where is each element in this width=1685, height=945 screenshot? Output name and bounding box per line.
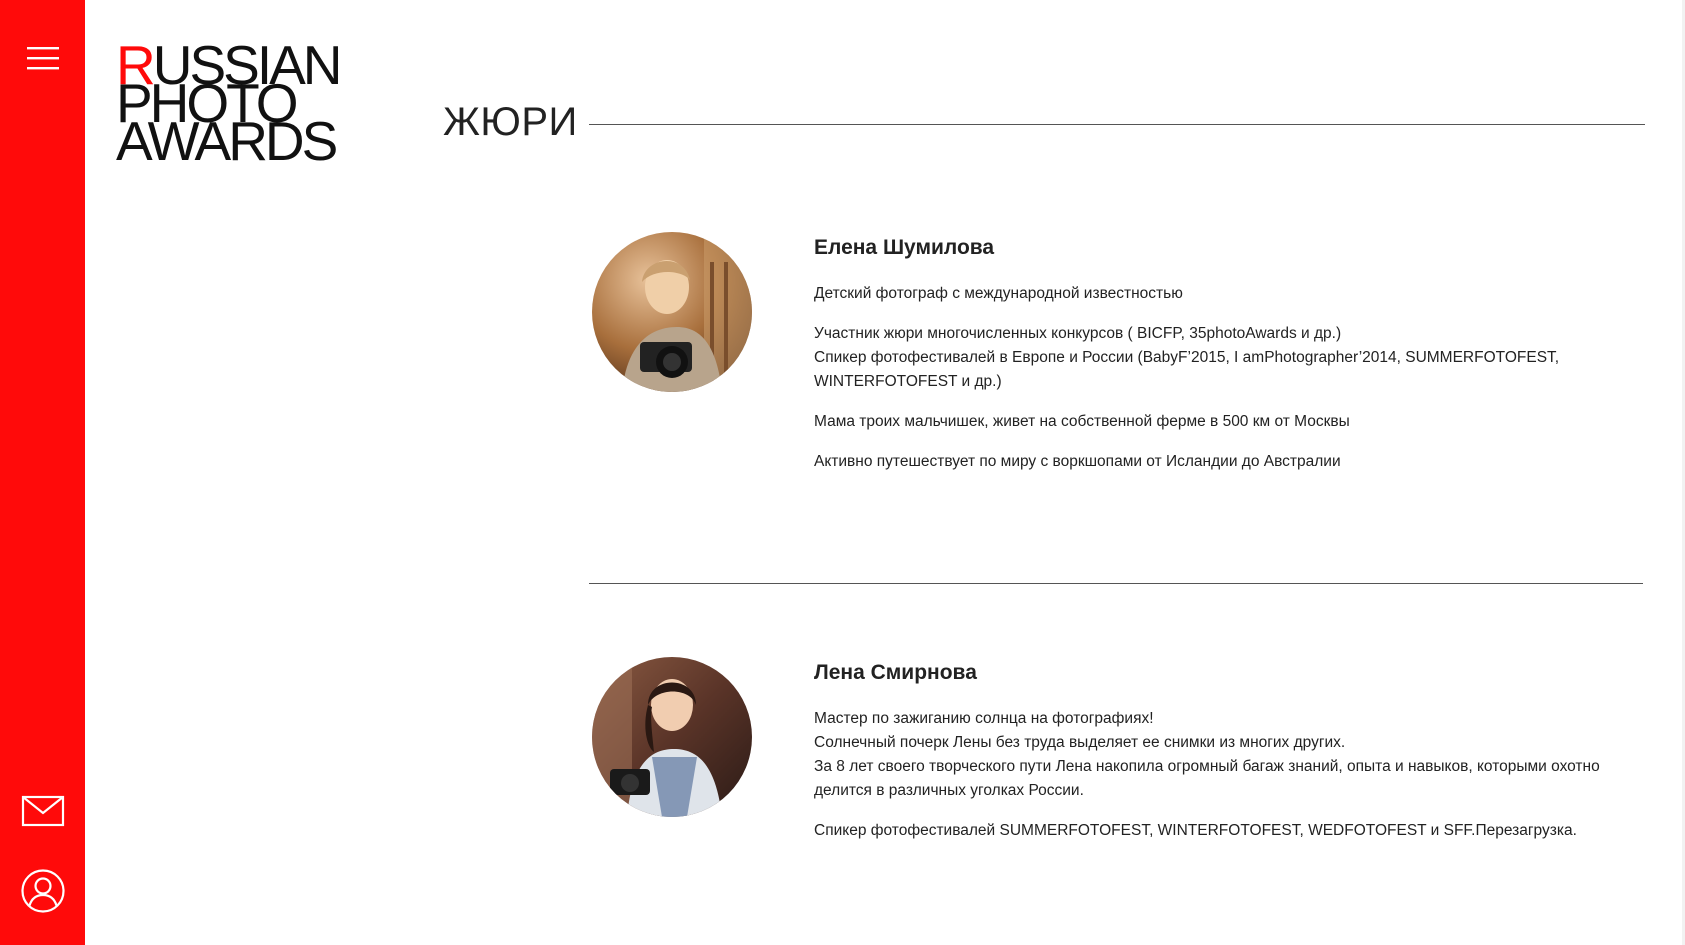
jury-info: Елена Шумилова Детский фотограф с междун… <box>814 230 1644 490</box>
jury-bio-paragraph: Детский фотограф с международной известн… <box>814 285 1183 302</box>
user-icon <box>20 869 65 913</box>
jury-name: Елена Шумилова <box>814 236 995 259</box>
section-divider <box>589 583 1643 584</box>
page-title: ЖЮРИ <box>443 100 578 144</box>
account-button[interactable] <box>0 866 85 916</box>
jury-name: Лена Смирнова <box>814 661 977 684</box>
jury-bio-paragraph: Активно путешествует по миру с воркшопам… <box>814 453 1341 470</box>
logo-line-3: AWARDS <box>116 110 338 172</box>
mail-button[interactable] <box>0 788 85 834</box>
jury-bio-paragraph: Спикер фотофестивалей SUMMERFOTOFEST, WI… <box>814 822 1577 839</box>
hamburger-menu-icon <box>26 47 59 70</box>
jury-bio-paragraph: Мастер по зажиганию солнца на фотография… <box>814 710 1600 799</box>
mail-icon <box>21 795 64 827</box>
sidebar <box>0 0 85 945</box>
jury-bio-paragraph: Участник жюри многочисленных конкурсов (… <box>814 325 1560 390</box>
avatar-photo <box>592 657 752 817</box>
jury-bio-paragraph: Мама троих мальчишек, живет на собственн… <box>814 413 1350 430</box>
jury-info: Лена Смирнова Мастер по зажиганию солнца… <box>814 655 1644 859</box>
avatar <box>592 657 752 817</box>
title-divider <box>589 124 1645 125</box>
site-logo[interactable]: RUSSIAN PHOTO AWARDS <box>116 38 346 172</box>
avatar <box>592 232 752 392</box>
menu-button[interactable] <box>0 36 85 80</box>
avatar-photo <box>592 232 752 392</box>
